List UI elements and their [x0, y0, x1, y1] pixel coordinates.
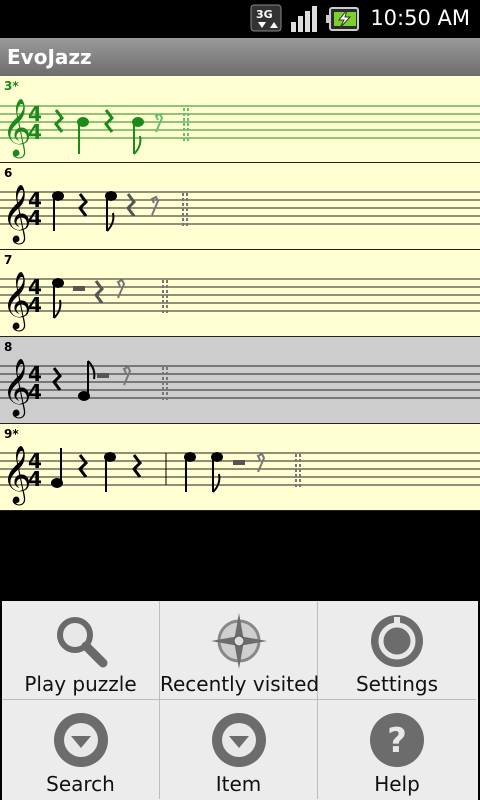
signal-icon	[291, 6, 317, 32]
3g-icon: 3G	[250, 4, 282, 32]
quarter-rest-icon	[78, 454, 88, 478]
quarter-rest-icon	[132, 454, 142, 478]
menu-item-label: Search	[46, 772, 115, 796]
staff-row-9[interactable]: 9* 𝄞 4 4	[0, 424, 480, 511]
battery-charging-icon	[326, 7, 359, 31]
music-staff: 𝄞 4 4	[0, 358, 480, 419]
staff-row-6[interactable]: 6 𝄞 4 4	[0, 163, 480, 250]
app-title: EvoJazz	[7, 45, 92, 69]
menu-item-item[interactable]: Item	[160, 700, 318, 799]
music-staff: 𝄞 4 4	[0, 271, 480, 332]
menu-item-label: Help	[374, 772, 420, 796]
menu-item-label: Settings	[355, 672, 439, 696]
down-arrow-icon	[211, 713, 266, 767]
svg-text:3G: 3G	[256, 8, 273, 21]
menu-item-label: Recently visited	[160, 672, 320, 696]
menu-item-help[interactable]: ? Help	[318, 700, 476, 799]
quarter-rest-icon	[54, 109, 64, 133]
options-menu: Play puzzle Recently visited Settings Se…	[2, 601, 478, 800]
svg-text:4: 4	[28, 120, 42, 144]
gear-icon	[371, 615, 423, 667]
down-arrow-icon	[53, 713, 108, 767]
menu-item-label: Item	[215, 772, 262, 796]
menu-item-label: Play puzzle	[24, 672, 137, 696]
quarter-rest-icon	[104, 109, 114, 133]
title-bar: EvoJazz	[0, 38, 480, 76]
svg-text:4: 4	[28, 380, 42, 404]
music-staff: 𝄞 4 4	[0, 98, 480, 159]
staff-row-7[interactable]: 7 𝄞 4 4	[0, 250, 480, 337]
help-icon: ?	[370, 713, 424, 767]
svg-text:4: 4	[28, 206, 42, 230]
music-staff: 𝄞 4 4	[0, 184, 480, 245]
staff-row-8[interactable]: 8 𝄞 4 4	[0, 337, 480, 424]
compass-icon	[210, 613, 267, 669]
svg-text:?: ?	[387, 721, 407, 761]
menu-item-recently-visited[interactable]: Recently visited	[160, 601, 320, 700]
menu-item-settings[interactable]: Settings	[318, 601, 476, 700]
status-bar: 3G 10:50 AM	[0, 0, 480, 38]
music-staff: 𝄞 4 4	[0, 445, 480, 506]
quarter-rest-icon	[78, 193, 88, 217]
menu-item-search[interactable]: Search	[2, 700, 160, 799]
score-area[interactable]: 3* 𝄞 4 4 6 𝄞 4 4 7 𝄞 4 4 8 𝄞 4 4 9* 𝄞 4 …	[0, 76, 480, 512]
svg-text:4: 4	[28, 293, 42, 317]
quarter-rest-icon	[52, 367, 62, 391]
menu-item-play-puzzle[interactable]: Play puzzle	[2, 601, 160, 700]
clock: 10:50 AM	[370, 6, 470, 30]
magnifier-icon	[56, 617, 107, 668]
staff-row-3[interactable]: 3* 𝄞 4 4	[0, 76, 480, 163]
svg-text:4: 4	[28, 467, 42, 491]
